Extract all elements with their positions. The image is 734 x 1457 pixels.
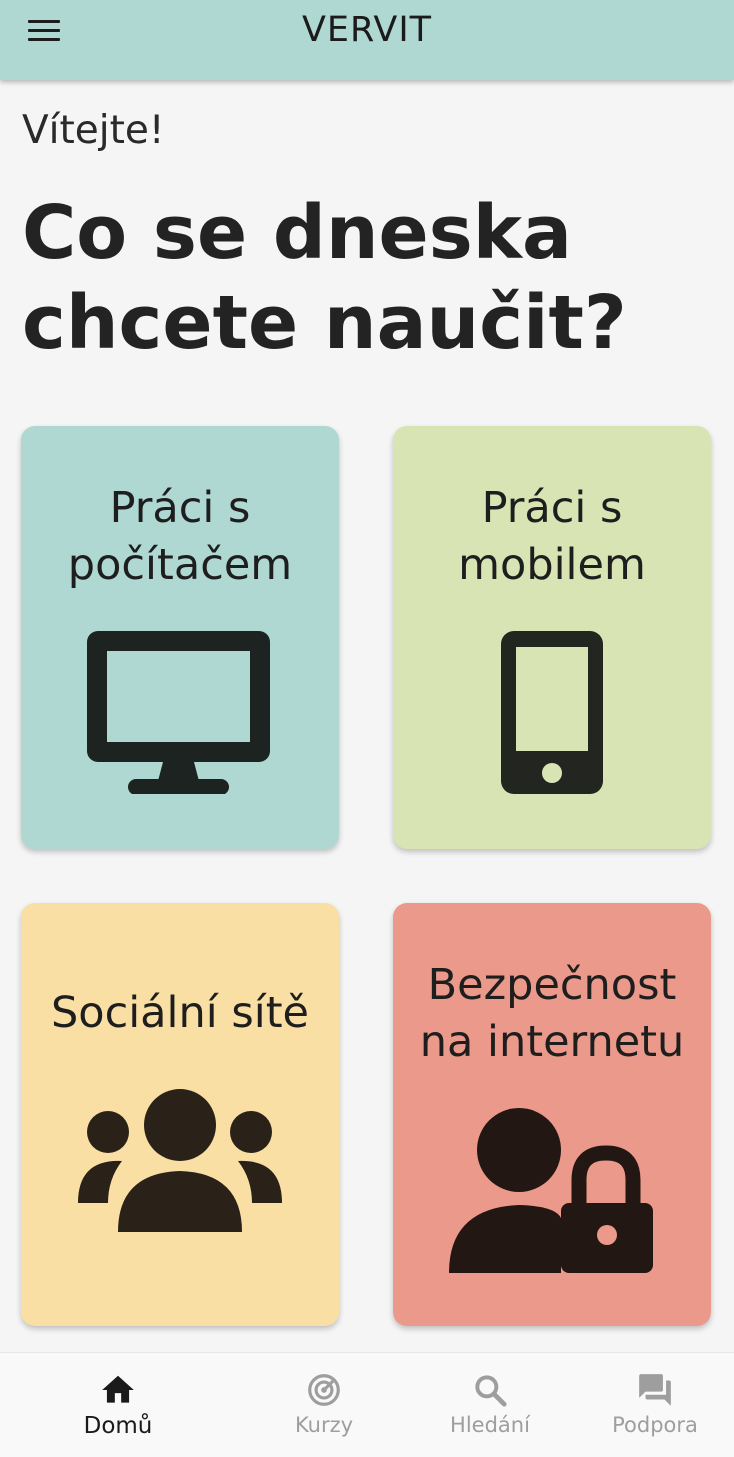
card-label-line-2: mobilem: [458, 540, 646, 590]
nav-label: Hledání: [450, 1413, 530, 1437]
card-label: Práci s počítačem: [21, 480, 339, 594]
nav-item-search[interactable]: Hledání: [405, 1353, 575, 1457]
nav-item-home[interactable]: Domů: [33, 1353, 203, 1457]
course-card-mobile[interactable]: Práci s mobilem: [393, 426, 711, 849]
bottom-navigation: Domů Kurzy Hledání Podpora: [0, 1352, 734, 1457]
card-label-line-1: Práci s: [109, 483, 251, 533]
greeting: Vítejte!: [22, 108, 165, 153]
card-label-line-1: Práci s: [481, 483, 623, 533]
nav-label: Kurzy: [294, 1413, 354, 1437]
radar-target-icon: [308, 1374, 340, 1406]
card-label: Práci s mobilem: [393, 480, 711, 594]
headline-line-1: Co se dneska: [22, 190, 572, 276]
nav-label: Domů: [83, 1413, 153, 1439]
search-icon: [475, 1375, 507, 1407]
page-headline: Co se dneska chcete naučit?: [22, 188, 712, 368]
nav-label: Podpora: [612, 1413, 698, 1437]
people-group-icon: [78, 1089, 282, 1232]
card-label: Bezpečnost na internetu: [393, 957, 711, 1071]
card-label-line-2: počítačem: [67, 540, 293, 590]
card-label-line-1: Sociální sítě: [50, 988, 310, 1038]
nav-item-support[interactable]: Podpora: [570, 1353, 734, 1457]
card-label: Sociální sítě: [21, 985, 339, 1042]
app-title: VERVIT: [301, 10, 433, 50]
headline-line-2: chcete naučit?: [22, 280, 627, 366]
course-card-internet-security[interactable]: Bezpečnost na internetu: [393, 903, 711, 1326]
desktop-monitor-icon: [87, 631, 270, 794]
home-icon: [102, 1375, 134, 1403]
app-bar: VERVIT: [0, 0, 734, 80]
course-card-computer[interactable]: Práci s počítačem: [21, 426, 339, 849]
nav-item-courses[interactable]: Kurzy: [239, 1353, 409, 1457]
smartphone-icon: [501, 631, 603, 794]
user-lock-icon: [449, 1108, 653, 1273]
card-label-line-2: na internetu: [419, 1017, 685, 1067]
course-card-social-networks[interactable]: Sociální sítě: [21, 903, 339, 1326]
forum-chat-icon: [639, 1374, 671, 1406]
card-label-line-1: Bezpečnost: [427, 960, 677, 1010]
